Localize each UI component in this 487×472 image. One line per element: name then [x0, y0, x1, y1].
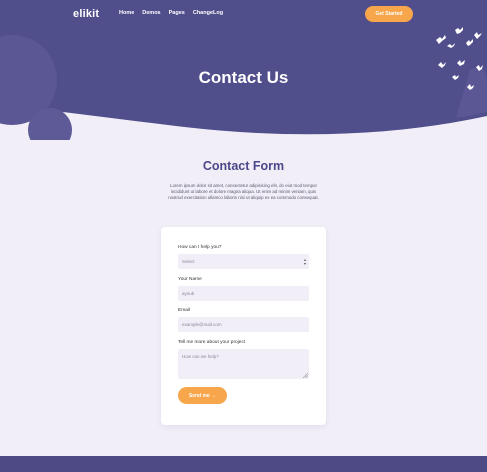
project-textarea-placeholder: How can we help? — [182, 354, 219, 359]
name-input-value: ayoub — [182, 291, 195, 296]
select-arrows-icon: ▴ ▾ — [303, 257, 306, 266]
page-title: Contact Us — [198, 68, 289, 87]
nav-link-pages[interactable]: Pages — [169, 10, 185, 16]
birds-icon — [436, 27, 483, 90]
name-input[interactable]: ayoub — [178, 286, 309, 301]
hero-banner: elikit Home Demos Pages ChangeLog Get St… — [0, 0, 487, 140]
email-input[interactable]: example@mail.com — [178, 317, 309, 332]
section-heading: Contact Form — [202, 159, 285, 173]
project-label: Tell me more about your project — [178, 340, 246, 345]
section-description: Lorem ipsum dolor sit amet, consectetur … — [168, 183, 319, 200]
project-textarea[interactable]: How can we help? — [178, 349, 309, 379]
contact-form-card: How can I help you? Select ▴ ▾ Your Name … — [161, 227, 326, 425]
nav-link-demos[interactable]: Demos — [142, 10, 160, 16]
resize-handle-icon[interactable] — [303, 373, 308, 378]
send-button[interactable]: Send me → — [178, 387, 227, 404]
logo[interactable]: elikit — [73, 8, 99, 20]
help-select[interactable]: Select ▴ ▾ — [178, 254, 309, 269]
name-label: Your Name — [178, 277, 202, 282]
footer — [0, 456, 487, 472]
top-nav: elikit Home Demos Pages ChangeLog Get St… — [0, 0, 487, 30]
get-started-button[interactable]: Get Started — [365, 6, 413, 22]
help-label: How can I help you? — [178, 245, 222, 250]
nav-link-changelog[interactable]: ChangeLog — [193, 10, 223, 16]
email-input-placeholder: example@mail.com — [182, 322, 222, 327]
help-select-value: Select — [182, 259, 195, 264]
nav-link-home[interactable]: Home — [119, 10, 134, 16]
email-label: Email — [178, 308, 190, 313]
nav-links: Home Demos Pages ChangeLog — [119, 10, 223, 16]
